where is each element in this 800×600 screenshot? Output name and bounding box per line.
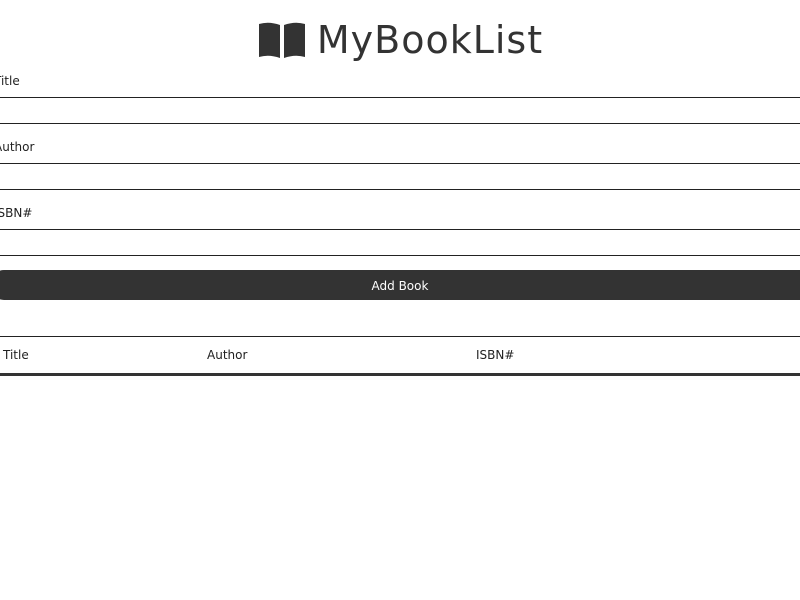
- author-label: Author: [0, 140, 35, 154]
- title-label: Title: [0, 74, 20, 88]
- table-header-title: Title: [3, 348, 29, 362]
- table-header-isbn: ISBN#: [476, 348, 515, 362]
- app-title: MyBookList: [316, 18, 544, 62]
- app-root: MyBookList Title Author ISBN# Add Book T…: [0, 0, 800, 600]
- table-top-border: [0, 336, 800, 337]
- isbn-label: ISBN#: [0, 206, 33, 220]
- book-table: Title Author ISBN#: [0, 336, 800, 376]
- book-open-icon: [257, 20, 307, 60]
- table-header-author: Author: [207, 348, 248, 362]
- title-input[interactable]: [0, 97, 800, 124]
- author-input[interactable]: [0, 163, 800, 190]
- table-header-divider: [0, 373, 800, 376]
- isbn-input[interactable]: [0, 229, 800, 256]
- header: MyBookList: [0, 14, 800, 66]
- add-book-button[interactable]: Add Book: [0, 270, 800, 300]
